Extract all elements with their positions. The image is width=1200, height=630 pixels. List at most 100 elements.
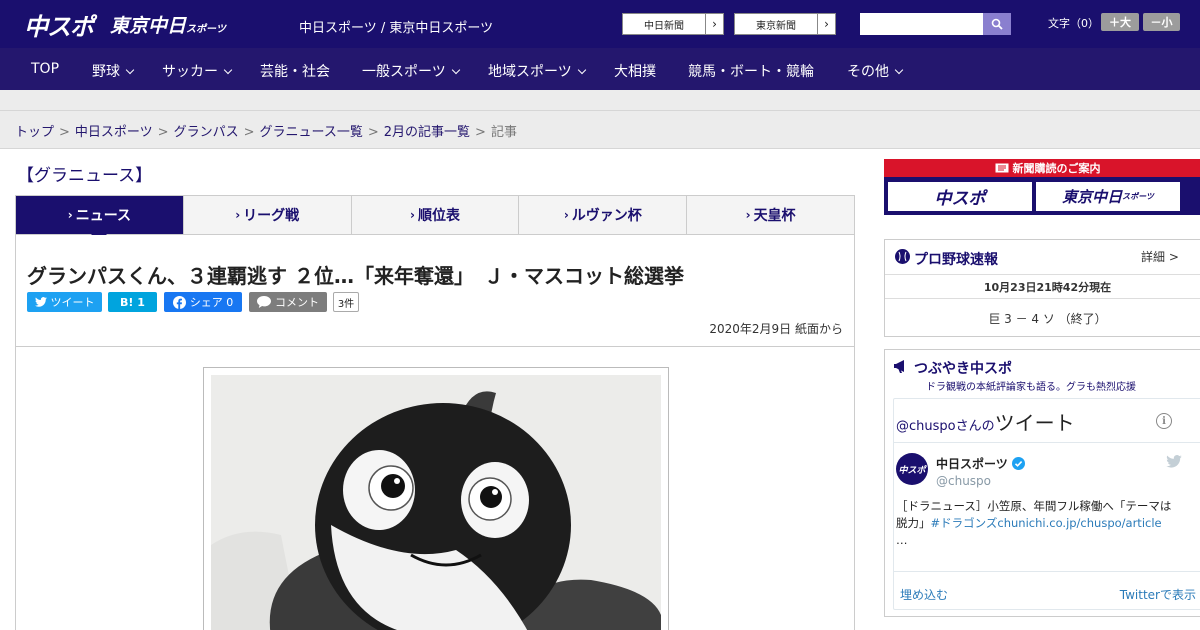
hatena-bookmark-button[interactable]: B! 1 [108,292,157,312]
chevron-right-icon: › [67,208,73,222]
breadcrumb-current: 記事 [490,125,517,140]
tweet-link[interactable]: #ドラゴンズchunichi.co.jp/chuspo/article [931,516,1162,530]
tweet-more: … [896,533,908,547]
category-tabs: › ニュース › リーグ戦 › 順位表 › ルヴァン杯 › 天皇杯 [15,195,855,242]
baseball-scores-widget: プロ野球速報 詳細 > 10月23日21時42分現在 巨 3 － 4 ソ （終了… [884,239,1200,337]
subscription-banner[interactable]: 新聞購読のご案内 中スポ 東京中日 スポーツ [884,159,1200,215]
chevron-right-icon: › [563,208,569,222]
breadcrumb-top[interactable]: トップ [15,125,54,140]
facebook-share-button[interactable]: シェア 0 [164,292,242,312]
chevron-right-icon: › [705,14,723,34]
baseball-score[interactable]: 巨 3 － 4 ソ （終了） [885,310,1200,327]
main-nav: TOP 野球 サッカー 芸能・社会 一般スポーツ 地域スポーツ 大相撲 競馬・ボ… [0,48,1200,90]
tab-league[interactable]: › リーグ戦 [183,196,352,234]
nav-entertainment[interactable]: 芸能・社会 [260,61,330,81]
chevron-right-icon: › [235,208,241,222]
ad-chuspo-logo[interactable]: 中スポ [888,182,1032,211]
nav-soccer[interactable]: サッカー [162,61,233,81]
baseball-detail-link[interactable]: 詳細 > [1141,248,1179,265]
tsubuyaki-title: つぶやき中スポ [914,361,1012,377]
ad-tokyo-chunichi-logo[interactable]: 東京中日 スポーツ [1036,182,1180,211]
facebook-icon [172,295,186,309]
chuspo-logo[interactable]: 中スポ [24,7,94,42]
twitter-bird-icon[interactable] [1166,455,1182,468]
embed-link[interactable]: 埋め込む [900,586,948,603]
tokyo-shimbun-button[interactable]: 東京新聞 › [734,13,836,35]
timeline-header-big: ツイート [994,411,1075,435]
baseball-icon [895,249,910,264]
ad-tokyo-chunichi-main: 東京中日 [1062,188,1123,206]
article-date: 2020年2月9日 紙面から [709,322,843,336]
avatar[interactable]: 中スポ [896,453,928,485]
article-photo[interactable] [203,367,669,630]
divider [894,442,1200,443]
logo-sub-small: スポーツ [186,24,226,35]
search-input[interactable] [860,13,984,35]
tab-emperor-cup-label: 天皇杯 [753,208,796,224]
ad-tokyo-chunichi-small: スポーツ [1122,192,1154,201]
logo-sub-main: 東京中日 [110,15,187,37]
nav-sumo[interactable]: 大相撲 [614,61,656,81]
tweet-button[interactable]: ツイート [27,292,102,312]
breadcrumb-grampus[interactable]: グランパス [174,125,239,140]
chevron-down-icon [223,65,233,75]
timeline-handle[interactable]: @chuspoさんの [896,419,995,434]
comment-button[interactable]: コメント [249,292,327,312]
tab-emperor-cup[interactable]: › 天皇杯 [687,196,854,234]
nav-racing[interactable]: 競馬・ボート・競輪 [688,61,814,81]
twitter-bird-icon [34,297,47,307]
nav-regional-sports-label: 地域スポーツ [488,64,572,80]
chunichi-shimbun-button[interactable]: 中日新聞 › [622,13,724,35]
breadcrumb-february[interactable]: 2月の記事一覧 [384,125,470,140]
megaphone-icon [894,360,904,373]
account-handle[interactable]: @chuspo [936,474,991,488]
tab-levain-cup-label: ルヴァン杯 [571,208,642,224]
font-size-label: 文字（0） [1048,17,1099,30]
account-name[interactable]: 中日スポーツ [936,455,1025,472]
tab-league-label: リーグ戦 [243,208,300,224]
tab-levain-cup[interactable]: › ルヴァン杯 [519,196,688,234]
photo-image [211,375,661,630]
baseball-updated-time: 10月23日21時42分現在 [983,281,1112,294]
article-header: グランパスくん、３連覇逃す ２位…「来年奪還」 Ｊ・マスコット総選挙 ツイート … [16,235,854,347]
tokyo-shimbun-label: 東京新聞 [756,20,796,32]
nav-other[interactable]: その他 [847,61,904,81]
mascot-photo [211,375,661,630]
breadcrumb: トップ > 中日スポーツ > グランパス > グラニュース一覧 >2月の記事一覧 > 記事 [15,125,517,140]
breadcrumb-chuspo[interactable]: 中日スポーツ [75,125,153,140]
chevron-right-icon: › [410,208,415,222]
chevron-down-icon [125,65,135,75]
search-icon [991,18,1003,30]
nav-general-sports-label: 一般スポーツ [362,64,446,80]
section-title: 【グラニュース】 [17,166,153,186]
comment-label: コメント [275,296,319,309]
twitter-timeline: @chuspoさんのツイート i 中スポ 中日スポーツ @chuspo ［ドラニ… [893,398,1200,610]
tsubuyaki-widget: つぶやき中スポ ドラ観戦の本紙評論家も語る。グラも熱烈応援 @chuspoさんの… [884,349,1200,617]
nav-regional-sports[interactable]: 地域スポーツ [488,61,586,81]
comment-count[interactable]: 3件 [333,292,359,312]
breadcrumb-gura-news[interactable]: グラニュース一覧 [260,125,363,140]
nav-baseball[interactable]: 野球 [92,61,135,81]
font-bigger-button[interactable]: ＋大 [1101,13,1139,31]
nav-top-label: TOP [31,61,60,77]
nav-top[interactable]: TOP [31,61,59,77]
tab-standings[interactable]: › 順位表 [351,196,520,234]
tab-news-label: ニュース [75,208,132,224]
tokyo-chunichi-logo[interactable]: 東京中日スポーツ [110,11,226,38]
font-smaller-button[interactable]: －小 [1143,13,1180,31]
article: グランパスくん、３連覇逃す ２位…「来年奪還」 Ｊ・マスコット総選挙 ツイート … [15,235,855,630]
chunichi-shimbun-label: 中日新聞 [644,20,684,32]
subscription-banner-label: 新聞購読のご案内 [1012,162,1101,175]
tweet-text: ［ドラニュース］小笠原、年間フル稼働へ「テーマは脱力」#ドラゴンズchunich… [896,498,1176,549]
timeline-header: @chuspoさんのツイート [896,407,1075,436]
view-on-twitter-link[interactable]: Twitterで表示 [1120,586,1196,603]
info-icon[interactable]: i [1156,413,1172,429]
tab-news[interactable]: › ニュース [16,196,184,242]
search-button[interactable] [983,13,1011,35]
tsubuyaki-subtitle: ドラ観戦の本紙評論家も語る。グラも熱烈応援 [926,382,1136,393]
nav-general-sports[interactable]: 一般スポーツ [362,61,460,81]
nav-baseball-label: 野球 [92,64,120,80]
tab-standings-label: 順位表 [417,208,460,224]
divider [885,298,1200,299]
speech-bubble-icon [257,296,271,308]
